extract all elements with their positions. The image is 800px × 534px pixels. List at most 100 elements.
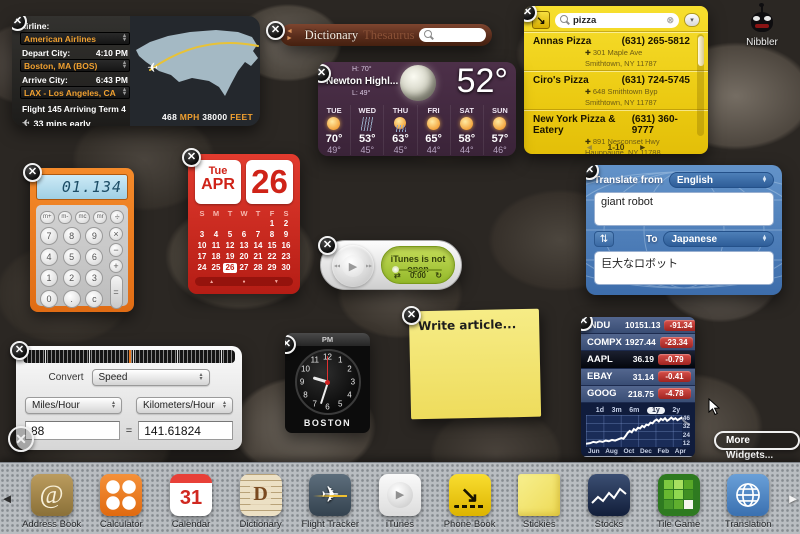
calendar-day[interactable]: 9	[279, 230, 293, 240]
itunes-icon[interactable]: ▶	[379, 474, 421, 516]
calendar-day[interactable]: 10	[195, 241, 209, 251]
calendar-day[interactable]: 5	[223, 230, 237, 240]
close-icon[interactable]: ✕	[10, 341, 29, 360]
thesaurus-tab[interactable]: Thesaurus	[363, 28, 414, 43]
calculator-icon[interactable]	[100, 474, 142, 516]
stepper-icon[interactable]: ▴▾	[199, 374, 202, 381]
calendar-day[interactable]: 17	[195, 252, 209, 262]
weather-city[interactable]: Newton Highl...	[326, 76, 398, 87]
calendar-day[interactable]: 13	[237, 241, 251, 251]
key-1[interactable]: 1	[40, 269, 58, 287]
stocks-icon[interactable]	[588, 474, 630, 516]
stock-row-EBAY[interactable]: EBAY31.14-0.41	[581, 369, 695, 386]
dictionary-tab[interactable]: Dictionary	[305, 28, 358, 43]
dictionary-icon[interactable]: D	[240, 474, 282, 516]
dock-item-tile-game[interactable]: Tile Game	[647, 474, 711, 530]
key-2[interactable]: 2	[63, 269, 81, 287]
close-icon[interactable]: ✕	[266, 21, 285, 40]
key-0[interactable]: 0	[40, 290, 58, 308]
range-tab-2y[interactable]: 2y	[672, 407, 680, 414]
dock-item-phone-book[interactable]: ↘Phone Book	[438, 474, 502, 530]
stepper-icon[interactable]: ▴▾	[123, 62, 126, 69]
tile-game-icon[interactable]	[658, 474, 700, 516]
memory-key-m-[interactable]: m-	[58, 211, 73, 224]
calendar-day[interactable]: 22	[265, 252, 279, 262]
calendar-day[interactable]: 19	[223, 252, 237, 262]
from-language-select[interactable]: English ▴▾	[669, 172, 774, 188]
from-value-input[interactable]: 88	[25, 421, 120, 440]
address-book-icon[interactable]: @	[31, 474, 73, 516]
calendar-day[interactable]: 25	[209, 263, 223, 273]
arrive-city-select[interactable]: LAX - Los Angeles, CA ▴▾	[20, 86, 130, 99]
memory-key-mc[interactable]: mc	[75, 211, 90, 224]
stepper-icon[interactable]: ▴▾	[223, 402, 226, 409]
key-c[interactable]: c	[85, 290, 103, 308]
calendar-day[interactable]: 11	[209, 241, 223, 251]
widget-bar-prev-arrow-icon[interactable]: ◄	[0, 491, 14, 506]
range-tab-1d[interactable]: 1d	[596, 407, 604, 414]
stock-row-AAPL[interactable]: AAPL36.19-0.79	[581, 351, 695, 368]
calendar-day[interactable]: 20	[237, 252, 251, 262]
shuffle-icon[interactable]: ⇄	[394, 271, 401, 280]
calendar-day[interactable]: 3	[195, 230, 209, 240]
search-options-dropdown[interactable]: ▾	[684, 13, 700, 27]
calendar-day[interactable]: 6	[237, 230, 251, 240]
key-.[interactable]: .	[63, 290, 81, 308]
rewind-icon[interactable]: ◂◂	[334, 263, 340, 270]
to-unit-select[interactable]: Kilometers/Hour ▴▾	[136, 397, 233, 414]
calendar-day[interactable]: 12	[223, 241, 237, 251]
equals-key[interactable]: =	[110, 275, 123, 309]
dock-item-calendar[interactable]: 31Calendar	[159, 474, 223, 530]
dock-item-itunes[interactable]: ▶iTunes	[368, 474, 432, 530]
close-icon[interactable]: ✕	[402, 306, 421, 325]
translation-icon[interactable]	[727, 474, 769, 516]
calendar-day[interactable]: 15	[265, 241, 279, 251]
calendar-nav-button[interactable]: ●	[242, 279, 245, 285]
dock-item-dictionary[interactable]: DDictionary	[229, 474, 293, 530]
calendar-day-selected[interactable]: 26	[223, 263, 237, 273]
stock-row-GOOG[interactable]: GOOG218.75-4.78	[581, 386, 695, 403]
fast-forward-icon[interactable]: ▸▸	[366, 263, 372, 270]
widget-bar-next-arrow-icon[interactable]: ►	[786, 491, 800, 506]
close-icon[interactable]: ✕	[182, 148, 201, 167]
operator-key[interactable]: −	[109, 243, 123, 257]
key-4[interactable]: 4	[40, 248, 58, 266]
stepper-icon[interactable]: ▴▾	[763, 177, 766, 184]
calendar-day[interactable]: 18	[209, 252, 223, 262]
dictionary-search-input[interactable]	[419, 28, 486, 42]
clear-search-icon[interactable]: ⊗	[666, 15, 674, 26]
close-icon[interactable]: ✕	[23, 163, 42, 182]
close-icon[interactable]: ✕	[318, 236, 337, 255]
more-widgets-button[interactable]: More Widgets...	[714, 431, 800, 450]
dock-item-translation[interactable]: Translation	[716, 474, 780, 530]
calendar-day[interactable]: 23	[279, 252, 293, 262]
category-select[interactable]: Speed ▴▾	[92, 369, 210, 386]
repeat-icon[interactable]: ↻	[435, 271, 442, 280]
key-6[interactable]: 6	[85, 248, 103, 266]
phone-book-search-input[interactable]: pizza ⊗	[555, 13, 679, 28]
prev-page-arrow-icon[interactable]: ◄	[585, 142, 593, 152]
memory-key-m+[interactable]: m+	[40, 211, 55, 224]
stepper-icon[interactable]: ▴▾	[123, 89, 126, 96]
calendar-day[interactable]: 28	[251, 263, 265, 273]
stock-row-COMPX[interactable]: COMPX1927.44-23.34	[581, 334, 695, 351]
calendar-day[interactable]: 24	[195, 263, 209, 273]
stepper-icon[interactable]: ▴▾	[123, 35, 126, 42]
depart-city-select[interactable]: Boston, MA (BOS) ▴▾	[20, 59, 130, 72]
airline-select[interactable]: American Airlines ▴▾	[20, 32, 130, 45]
divide-key[interactable]: ÷	[110, 210, 124, 224]
operator-key[interactable]: +	[109, 259, 123, 273]
calendar-day[interactable]: 27	[237, 263, 251, 273]
calendar-day[interactable]: 14	[251, 241, 265, 251]
stickies-widget[interactable]: Write article...	[409, 309, 541, 420]
key-7[interactable]: 7	[40, 227, 58, 245]
key-9[interactable]: 9	[85, 227, 103, 245]
play-button[interactable]: ▶	[342, 255, 364, 277]
stepper-icon[interactable]: ▴▾	[763, 236, 766, 243]
scrollbar-thumb[interactable]	[698, 36, 704, 66]
scrollbar[interactable]	[697, 34, 704, 136]
calendar-day[interactable]: 16	[279, 241, 293, 251]
key-3[interactable]: 3	[85, 269, 103, 287]
dock-item-stickies[interactable]: Stickies	[507, 474, 571, 530]
from-unit-select[interactable]: Miles/Hour ▴▾	[25, 397, 122, 414]
